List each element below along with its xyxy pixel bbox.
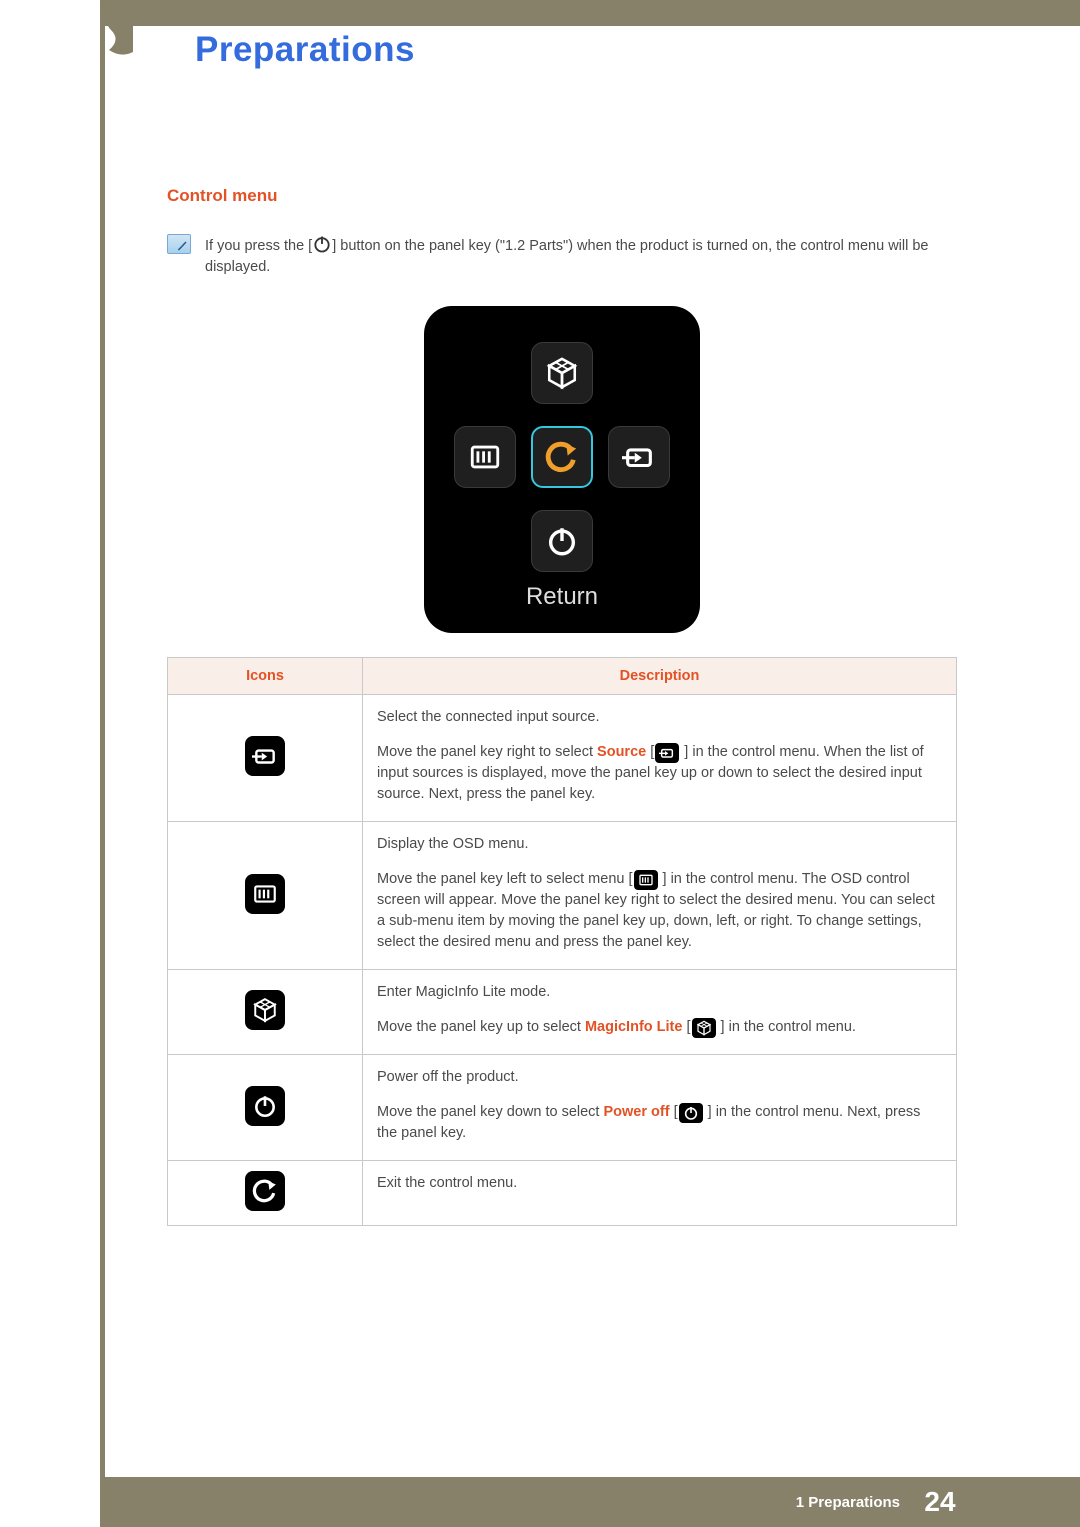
menu-tile [454, 426, 516, 488]
return-icon [245, 1171, 285, 1211]
content-area: Control menu If you press the [] button … [167, 186, 957, 1226]
magicinfo-icon [245, 990, 285, 1030]
table-row: Select the connected input source. Move … [168, 695, 957, 822]
chapter-number-accent [103, 0, 143, 58]
desc-return: Exit the control menu. [363, 1161, 957, 1226]
table-row: Exit the control menu. [168, 1161, 957, 1226]
icon-description-table: Icons Description Select the connected i… [167, 657, 957, 1226]
power-icon [312, 234, 332, 254]
source-icon [245, 736, 285, 776]
footer-breadcrumb: 1 Preparations [796, 1477, 900, 1527]
desc-menu: Display the OSD menu. Move the panel key… [363, 822, 957, 970]
desc-source: Select the connected input source. Move … [363, 695, 957, 822]
power-icon [245, 1086, 285, 1126]
return-label: Return [424, 583, 700, 611]
note-icon [167, 234, 191, 254]
source-tile [608, 426, 670, 488]
chapter-title: Preparations [195, 30, 415, 70]
desc-power: Power off the product. Move the panel ke… [363, 1055, 957, 1161]
table-row: Display the OSD menu. Move the panel key… [168, 822, 957, 970]
menu-icon [245, 874, 285, 914]
th-icons: Icons [168, 658, 363, 695]
control-menu-panel: Return [424, 306, 700, 633]
table-row: Enter MagicInfo Lite mode. Move the pane… [168, 970, 957, 1055]
desc-magicinfo: Enter MagicInfo Lite mode. Move the pane… [363, 970, 957, 1055]
magicinfo-tile [531, 342, 593, 404]
menu-icon [634, 870, 658, 890]
th-description: Description [363, 658, 957, 695]
note-text: If you press the [] button on the panel … [205, 234, 957, 278]
page-footer: 1 Preparations 24 [0, 1477, 1080, 1527]
power-tile [531, 510, 593, 572]
source-icon [655, 743, 679, 763]
page-top-bar [0, 0, 1080, 26]
section-title: Control menu [167, 186, 957, 206]
left-rail [100, 0, 105, 1527]
power-icon [679, 1103, 703, 1123]
page-number: 24 [910, 1477, 970, 1527]
table-row: Power off the product. Move the panel ke… [168, 1055, 957, 1161]
magicinfo-icon [692, 1018, 716, 1038]
note-row: If you press the [] button on the panel … [167, 234, 957, 278]
return-tile [531, 426, 593, 488]
